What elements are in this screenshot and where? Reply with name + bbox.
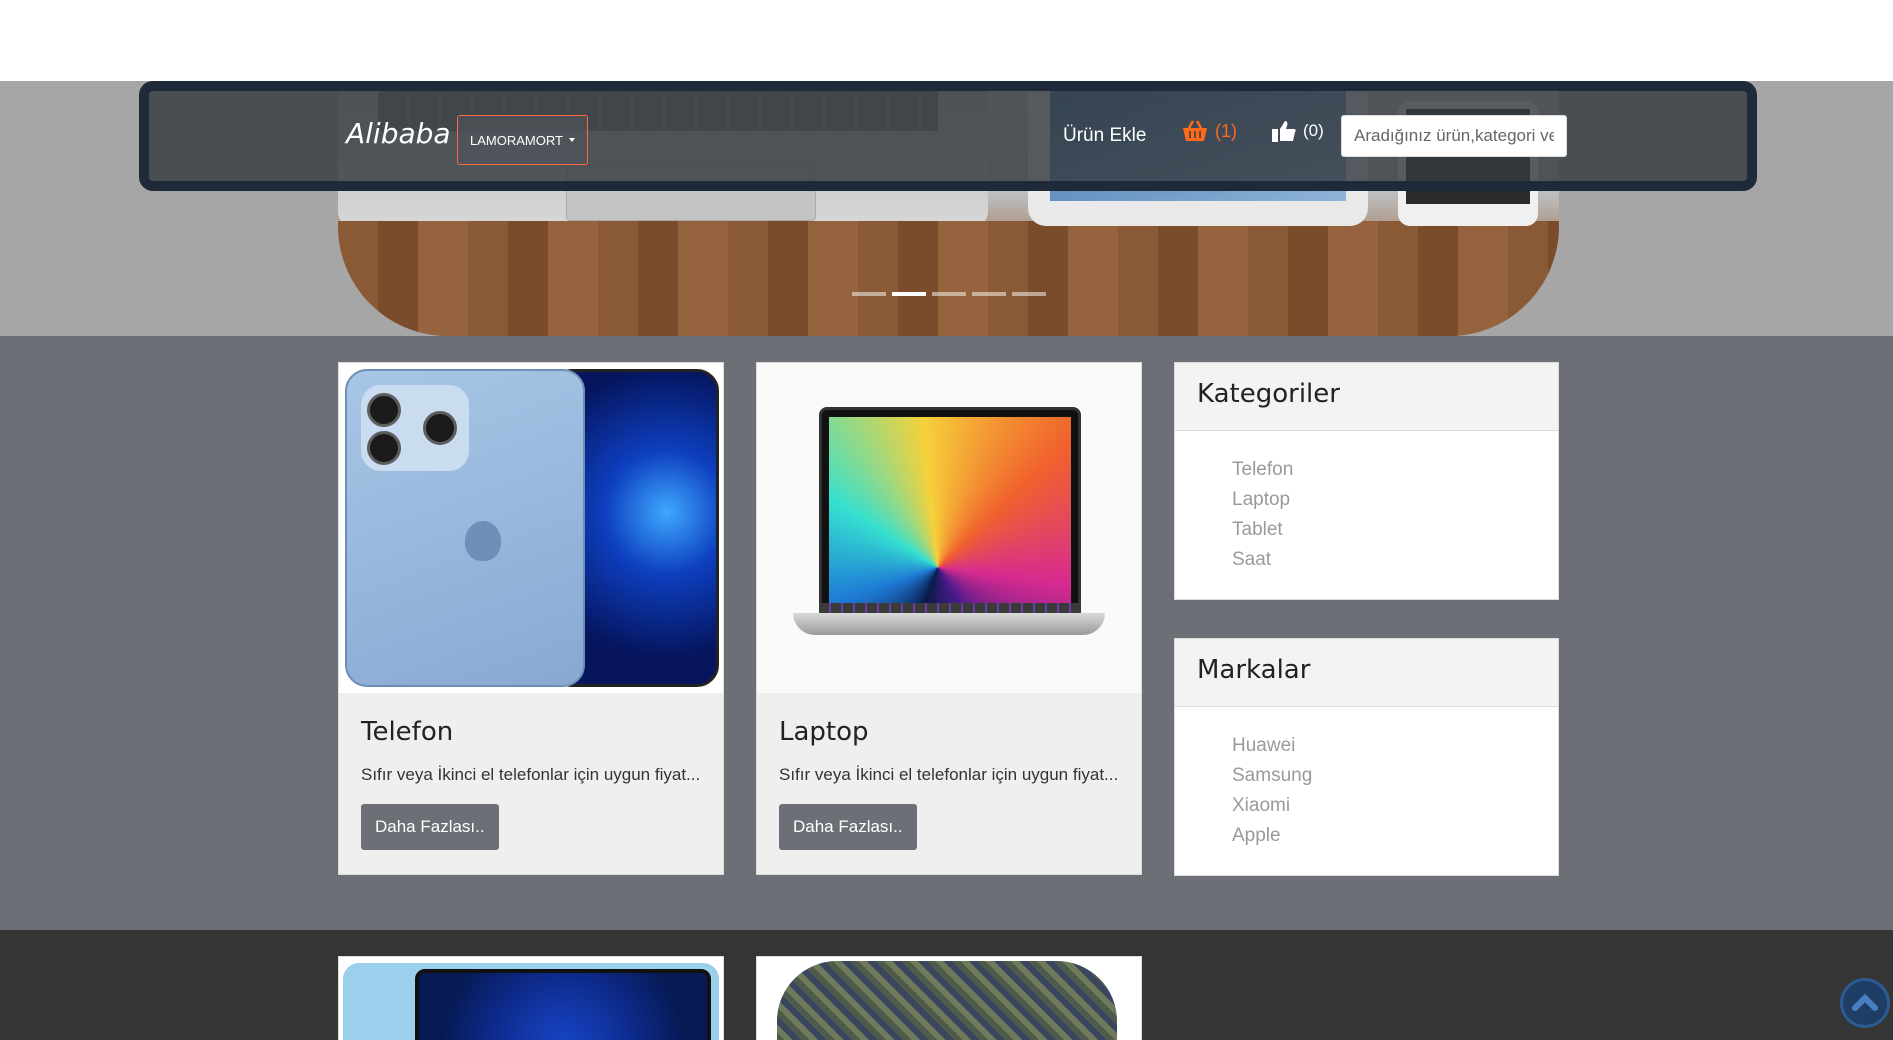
user-menu-dropdown[interactable]: LAMORAMORT (457, 115, 588, 165)
brand-item-samsung[interactable]: Samsung (1232, 761, 1558, 791)
brands-title: Markalar (1175, 639, 1558, 707)
add-product-link[interactable]: Ürün Ekle (1063, 125, 1146, 147)
product-image-laptop (757, 363, 1141, 693)
laptop-base (793, 613, 1105, 635)
product-card-tablet (338, 956, 724, 1040)
more-button[interactable]: Daha Fazlası.. (361, 804, 499, 850)
hero-wood-table (338, 221, 1559, 336)
brands-card: Markalar Huawei Samsung Xiaomi Apple (1174, 638, 1559, 876)
categories-card: Kategoriler Telefon Laptop Tablet Saat (1174, 362, 1559, 600)
laptop-display-graphic (829, 417, 1071, 605)
categories-title: Kategoriler (1175, 363, 1558, 431)
carousel-indicator-5[interactable] (1012, 292, 1046, 296)
categories-list: Telefon Laptop Tablet Saat (1175, 431, 1558, 599)
product-card-telefon: Telefon Sıfır veya İkinci el telefonlar … (338, 362, 724, 875)
brand-logo[interactable]: Alibaba (346, 117, 451, 150)
carousel-indicator-4[interactable] (972, 292, 1006, 296)
more-button[interactable]: Daha Fazlası.. (779, 804, 917, 850)
brand-item-xiaomi[interactable]: Xiaomi (1232, 791, 1558, 821)
category-item-tablet[interactable]: Tablet (1232, 515, 1558, 545)
product-card-laptop: Laptop Sıfır veya İkinci el telefonlar i… (756, 362, 1142, 875)
product-card-watch (756, 956, 1142, 1040)
basket-icon (1183, 120, 1207, 141)
user-menu-label: LAMORAMORT (470, 132, 563, 148)
apple-logo-icon (465, 521, 501, 561)
thumbs-up-icon (1272, 121, 1296, 142)
carousel-indicator-2[interactable] (892, 292, 926, 296)
brands-list: Huawei Samsung Xiaomi Apple (1175, 707, 1558, 875)
product-title: Telefon (361, 717, 454, 747)
product-image-telefon (339, 363, 723, 693)
caret-down-icon (568, 138, 575, 142)
scroll-to-top-button[interactable] (1840, 978, 1890, 1028)
likes-count: (0) (1303, 121, 1324, 140)
carousel-indicator-1[interactable] (852, 292, 886, 296)
product-description: Sıfır veya İkinci el telefonlar için uyg… (361, 765, 701, 784)
product-title: Laptop (779, 717, 869, 747)
search-input[interactable] (1341, 115, 1567, 157)
carousel-indicators (852, 292, 1046, 296)
likes-link[interactable]: (0) (1271, 119, 1324, 143)
camera-lens-icon (367, 431, 401, 465)
product-description: Sıfır veya İkinci el telefonlar için uyg… (779, 765, 1119, 784)
brand-item-apple[interactable]: Apple (1232, 821, 1558, 851)
cart-link[interactable]: (1) (1181, 119, 1237, 143)
phone-camera-module (361, 385, 469, 471)
chevron-up-icon (1852, 993, 1878, 1011)
category-item-laptop[interactable]: Laptop (1232, 485, 1558, 515)
watch-band-graphic (777, 961, 1117, 1040)
phone-back-graphic (345, 369, 585, 687)
camera-lens-icon (423, 411, 457, 445)
category-item-telefon[interactable]: Telefon (1232, 455, 1558, 485)
tablet-screen-graphic (415, 969, 711, 1040)
camera-lens-icon (367, 393, 401, 427)
cart-count: (1) (1215, 120, 1237, 141)
brand-item-huawei[interactable]: Huawei (1232, 731, 1558, 761)
navbar: Alibaba LAMORAMORT Ürün Ekle (1) (0) (139, 81, 1757, 191)
carousel-indicator-3[interactable] (932, 292, 966, 296)
category-item-saat[interactable]: Saat (1232, 545, 1558, 575)
